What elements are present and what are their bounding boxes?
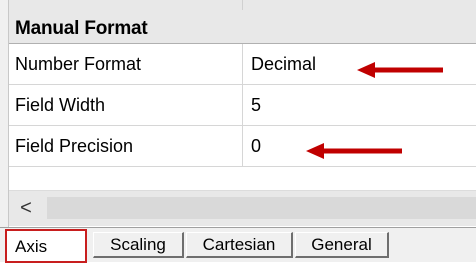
red-arrow-icon: [306, 143, 402, 159]
property-value[interactable]: 0: [251, 136, 261, 157]
tab-cartesian[interactable]: Cartesian: [186, 232, 293, 258]
tab-axis[interactable]: Axis: [5, 229, 87, 263]
horizontal-scrollbar[interactable]: <: [9, 190, 476, 226]
category-title: Manual Format: [15, 18, 148, 39]
scrollbar-track[interactable]: [47, 197, 476, 219]
panel-left-border: [0, 0, 9, 230]
property-name: Field Precision: [15, 136, 134, 156]
property-value[interactable]: Decimal: [251, 54, 316, 75]
red-arrow-icon: [357, 62, 443, 78]
tab-strip: Axis Scaling Cartesian General: [0, 227, 476, 263]
chevron-left-icon[interactable]: <: [9, 191, 43, 226]
property-name: Number Format: [15, 54, 142, 74]
column-divider: [242, 85, 243, 125]
category-header-row[interactable]: Manual Format: [9, 0, 476, 44]
column-divider: [242, 44, 243, 84]
column-divider: [242, 0, 243, 10]
tab-general[interactable]: General: [295, 232, 389, 258]
column-divider: [242, 126, 243, 166]
property-grid-panel: Manual Format Number Format Decimal Fiel…: [0, 0, 476, 263]
grid-empty-area: [9, 167, 476, 190]
property-value[interactable]: 5: [251, 95, 261, 116]
property-name: Field Width: [15, 95, 106, 115]
property-row-field-precision[interactable]: Field Precision 0: [9, 126, 476, 167]
property-row-field-width[interactable]: Field Width 5: [9, 85, 476, 126]
tab-scaling[interactable]: Scaling: [93, 232, 184, 258]
